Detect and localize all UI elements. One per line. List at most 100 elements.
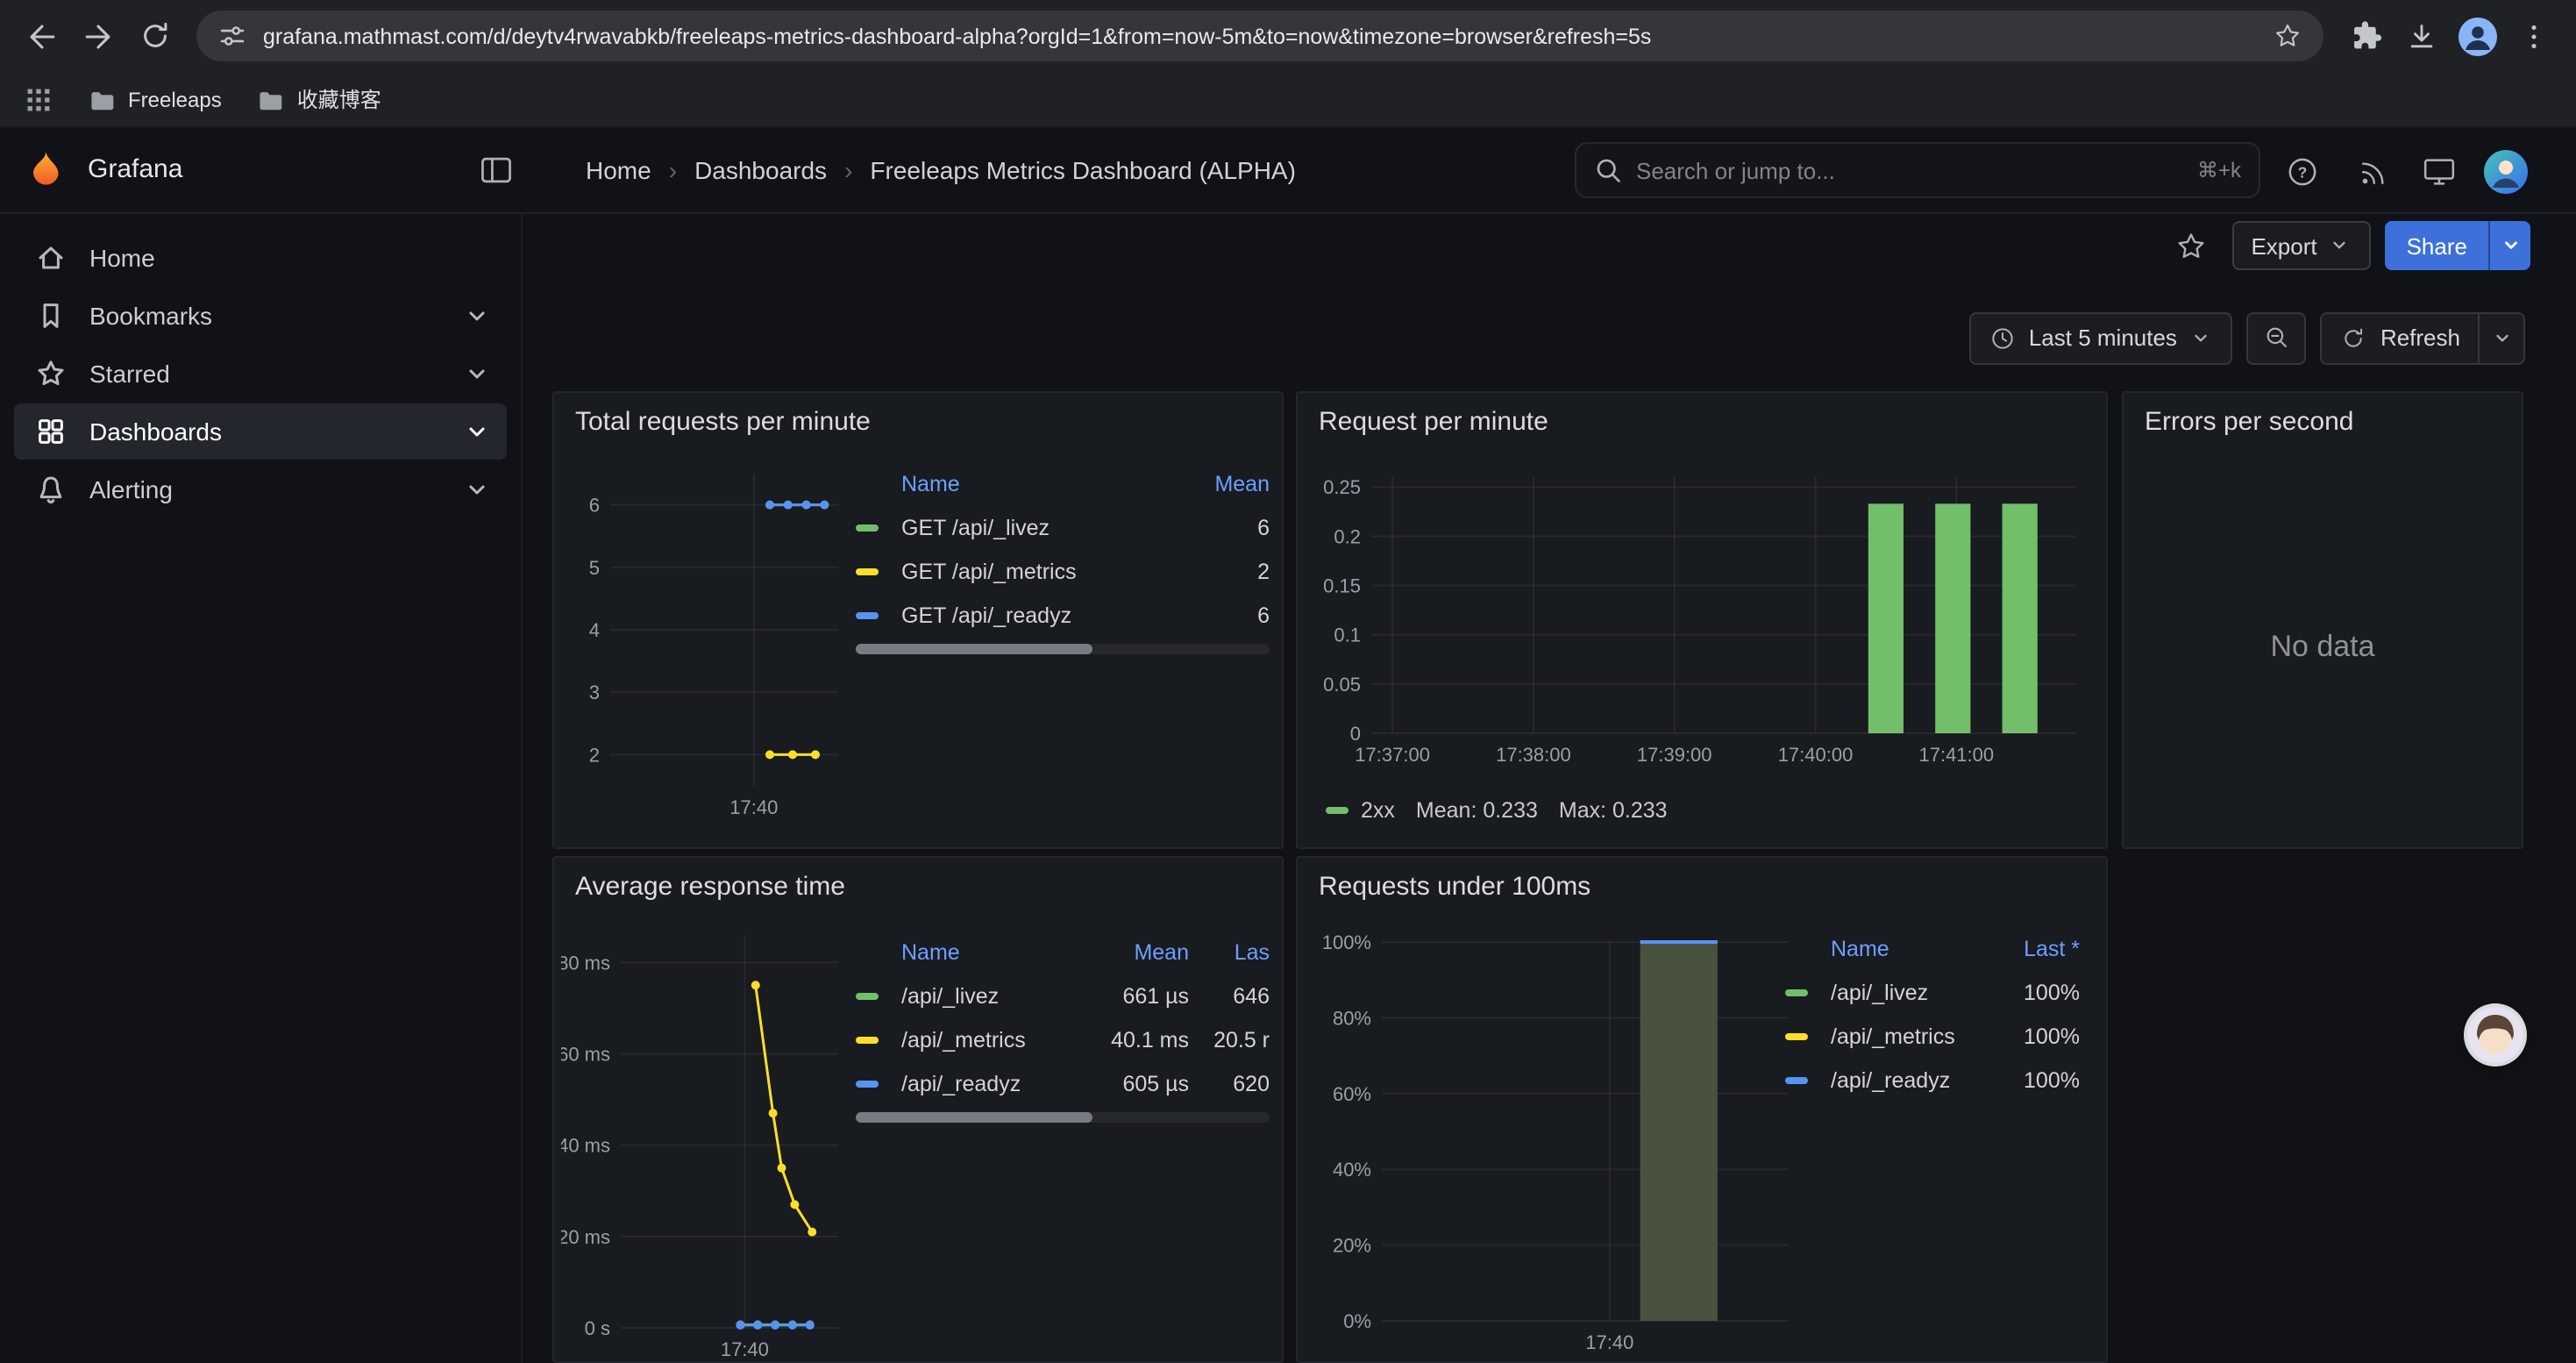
refresh-interval-button[interactable] (2478, 313, 2523, 362)
total-requests-chart[interactable]: 6543217:40 (561, 453, 849, 846)
legend-col-name[interactable]: Name (1831, 937, 1992, 961)
request-per-minute-chart[interactable]: 0.250.20.150.10.05017:37:0017:38:0017:39… (1308, 453, 2099, 800)
site-info-icon[interactable] (217, 21, 247, 51)
zoom-out-button[interactable] (2247, 311, 2307, 364)
url-bar[interactable]: grafana.mathmast.com/d/deytv4rwavabkb/fr… (196, 11, 2323, 61)
svg-text:17:40: 17:40 (721, 1338, 769, 1360)
series-name[interactable]: GET /api/_livez (901, 515, 1182, 539)
search-input[interactable] (1636, 157, 2183, 183)
svg-text:100%: 100% (1322, 931, 1371, 953)
svg-text:0.05: 0.05 (1323, 674, 1361, 696)
legend-row[interactable]: GET /api/_readyz 6 (856, 593, 1270, 637)
legend-col-mean[interactable]: Mean (1098, 940, 1189, 965)
browser-menu-button[interactable] (2509, 11, 2558, 61)
breadcrumb-dashboards[interactable]: Dashboards (694, 156, 827, 184)
avg-response-time-chart[interactable]: 80 ms60 ms40 ms20 ms0 s17:40 (561, 914, 849, 1363)
legend-table: Name Mean GET /api/_livez 6 GET /api/_me… (856, 463, 1270, 654)
sidebar-item-bookmarks[interactable]: Bookmarks (14, 288, 507, 344)
svg-text:2: 2 (589, 744, 600, 766)
legend-row[interactable]: /api/_metrics 40.1 ms 20.5 r (856, 1017, 1270, 1061)
sidebar-item-alerting[interactable]: Alerting (14, 461, 507, 517)
legend-row[interactable]: /api/_livez 661 µs 646 (856, 974, 1270, 1017)
refresh-button[interactable]: Refresh (2323, 313, 2478, 362)
bookmark-folder-freeleaps[interactable]: Freeleaps (88, 85, 222, 113)
legend-row[interactable]: GET /api/_metrics 2 (856, 549, 1270, 593)
news-button[interactable] (2350, 149, 2395, 195)
series-name[interactable]: /api/_metrics (901, 1027, 1087, 1052)
sidebar-toggle-button[interactable] (477, 151, 516, 189)
series-name[interactable]: GET /api/_metrics (901, 559, 1182, 583)
time-range-picker[interactable]: Last 5 minutes (1969, 311, 2233, 364)
panel-title[interactable]: Request per minute (1319, 407, 1548, 437)
series-name[interactable]: GET /api/_readyz (901, 603, 1182, 627)
series-color-swatch (1785, 1032, 1808, 1039)
sidebar-item-home[interactable]: Home (14, 230, 507, 286)
share-button[interactable]: Share (2386, 221, 2488, 270)
legend-row[interactable]: GET /api/_livez 6 (856, 505, 1270, 549)
legend-item[interactable]: 2xx (1326, 798, 1395, 823)
forward-button[interactable] (74, 11, 123, 61)
apps-shortcut-icon[interactable] (25, 85, 53, 113)
share-menu-button[interactable] (2488, 221, 2530, 270)
series-mean: 605 µs (1098, 1071, 1189, 1095)
home-icon (35, 242, 67, 274)
grafana-logo[interactable] (25, 149, 67, 191)
help-button[interactable]: ? (2280, 149, 2325, 195)
legend-row[interactable]: /api/_readyz 605 µs 620 (856, 1061, 1270, 1105)
legend-col-last[interactable]: Last * (2003, 937, 2080, 961)
legend-horizontal-scrollbar[interactable] (856, 644, 1270, 654)
assistant-avatar[interactable] (2467, 1007, 2523, 1063)
chevron-down-icon[interactable] (461, 416, 493, 447)
bookmark-icon (35, 300, 67, 332)
export-button[interactable]: Export (2231, 221, 2371, 270)
panel-title[interactable]: Total requests per minute (575, 407, 871, 437)
url-text[interactable]: grafana.mathmast.com/d/deytv4rwavabkb/fr… (263, 24, 2257, 48)
sidebar-item-starred[interactable]: Starred (14, 346, 507, 402)
legend-row[interactable]: /api/_readyz 100% (1785, 1058, 2080, 1102)
brand-title[interactable]: Grafana (88, 154, 182, 184)
chevron-down-icon[interactable] (461, 474, 493, 505)
series-name[interactable]: /api/_metrics (1831, 1024, 1992, 1048)
browser-profile-button[interactable] (2453, 11, 2502, 61)
user-avatar[interactable] (2483, 149, 2529, 195)
series-name[interactable]: /api/_readyz (901, 1071, 1087, 1095)
legend-col-name[interactable]: Name (901, 940, 1087, 965)
panel-title[interactable]: Average response time (575, 872, 845, 902)
export-label: Export (2251, 232, 2316, 259)
chevron-down-icon[interactable] (461, 300, 493, 332)
series-name[interactable]: /api/_livez (901, 983, 1087, 1008)
back-button[interactable] (18, 11, 67, 61)
svg-text:20 ms: 20 ms (561, 1226, 610, 1248)
kiosk-button[interactable] (2416, 149, 2462, 195)
legend-col-name[interactable]: Name (901, 472, 1182, 496)
sidebar-item-dashboards[interactable]: Dashboards (14, 403, 507, 460)
panel-title[interactable]: Errors per second (2145, 407, 2353, 437)
legend-row[interactable]: /api/_livez 100% (1785, 970, 2080, 1014)
chevron-down-icon (2489, 325, 2514, 350)
breadcrumb-home[interactable]: Home (586, 156, 651, 184)
bookmark-star-icon[interactable] (2273, 21, 2302, 51)
downloads-button[interactable] (2397, 11, 2446, 61)
svg-text:0%: 0% (1343, 1310, 1371, 1332)
scrollbar-thumb[interactable] (856, 644, 1092, 654)
series-name[interactable]: /api/_readyz (1831, 1067, 1992, 1092)
rss-icon (2356, 155, 2389, 189)
legend-col-last[interactable]: Las (1199, 940, 1270, 965)
series-name[interactable]: 2xx (1361, 798, 1395, 823)
legend-col-mean[interactable]: Mean (1192, 472, 1270, 496)
favorite-dashboard-button[interactable] (2165, 221, 2217, 270)
requests-under-100ms-chart[interactable]: 100%80%60%40%20%0%17:40 (1308, 914, 1813, 1363)
panel-title[interactable]: Requests under 100ms (1319, 872, 1590, 902)
legend-row[interactable]: /api/_metrics 100% (1785, 1014, 2080, 1058)
series-name[interactable]: /api/_livez (1831, 980, 1992, 1004)
bookmark-folder-blogs[interactable]: 收藏博客 (257, 84, 381, 114)
legend-horizontal-scrollbar[interactable] (856, 1112, 1270, 1123)
panel-requests-under-100ms: Requests under 100ms 100%80%60%40%20%0%1… (1296, 856, 2108, 1363)
chevron-down-icon[interactable] (461, 358, 493, 389)
scrollbar-thumb[interactable] (856, 1112, 1092, 1123)
svg-text:40%: 40% (1333, 1159, 1371, 1181)
reload-button[interactable] (130, 11, 179, 61)
extensions-button[interactable] (2341, 11, 2390, 61)
search-box[interactable]: ⌘+k (1575, 142, 2260, 198)
svg-text:17:40:00: 17:40:00 (1778, 744, 1854, 766)
